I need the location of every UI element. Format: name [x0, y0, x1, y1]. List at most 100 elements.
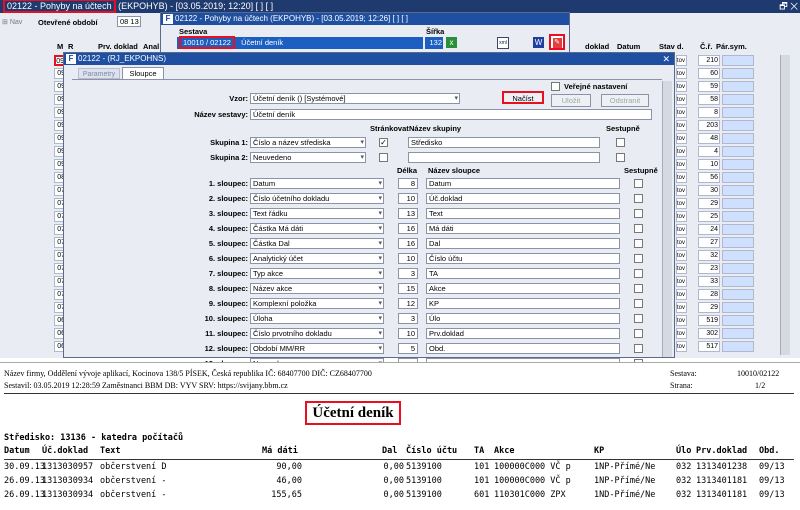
row-stav-cell[interactable]: tov: [676, 107, 687, 118]
row-cr-cell[interactable]: 203: [698, 120, 720, 131]
row-stav-cell[interactable]: tov: [676, 276, 687, 287]
row-cr-cell[interactable]: 10: [698, 159, 720, 170]
column-sestupne-checkbox[interactable]: [634, 209, 643, 218]
row-cr-cell[interactable]: 519: [698, 315, 720, 326]
column-length-field[interactable]: 3: [398, 268, 418, 279]
column-length-field[interactable]: 10: [398, 193, 418, 204]
column-sestupne-checkbox[interactable]: [634, 269, 643, 278]
verejne-checkbox[interactable]: [551, 82, 560, 91]
row-cr-cell[interactable]: 58: [698, 94, 720, 105]
column-length-field[interactable]: 5: [398, 343, 418, 354]
tab-parametry[interactable]: Parametry: [78, 68, 120, 79]
row-stav-cell[interactable]: tov: [676, 302, 687, 313]
skupina2-strankovat-checkbox[interactable]: [379, 153, 388, 162]
column-length-field[interactable]: 16: [398, 238, 418, 249]
row-parsym-cell[interactable]: [722, 159, 754, 170]
column-length-field[interactable]: 10: [398, 253, 418, 264]
row-parsym-cell[interactable]: [722, 146, 754, 157]
row-stav-cell[interactable]: tov: [676, 133, 687, 144]
column-sestupne-checkbox[interactable]: [634, 344, 643, 353]
column-length-field[interactable]: 13: [398, 208, 418, 219]
column-sestupne-checkbox[interactable]: [634, 239, 643, 248]
row-cr-cell[interactable]: 56: [698, 172, 720, 183]
row-cr-cell[interactable]: 4: [698, 146, 720, 157]
column-name-field[interactable]: Akce: [426, 283, 620, 294]
ulozit-button[interactable]: Uložit: [551, 94, 591, 107]
row-parsym-cell[interactable]: [722, 198, 754, 209]
column-sestupne-checkbox[interactable]: [634, 299, 643, 308]
row-parsym-cell[interactable]: [722, 250, 754, 261]
column-length-field[interactable]: 10: [398, 328, 418, 339]
row-stav-cell[interactable]: tov: [676, 159, 687, 170]
row-parsym-cell[interactable]: [722, 185, 754, 196]
row-stav-cell[interactable]: tov: [676, 68, 687, 79]
column-sestupne-checkbox[interactable]: [634, 194, 643, 203]
column-field-combo[interactable]: Typ akce: [250, 268, 384, 279]
sestava-row[interactable]: 10010 / 02122 Účetní deník: [177, 36, 423, 49]
row-cr-cell[interactable]: 517: [698, 341, 720, 352]
row-parsym-cell[interactable]: [722, 341, 754, 352]
skupina2-combo[interactable]: Neuvedeno: [250, 152, 366, 163]
column-sestupne-checkbox[interactable]: [634, 284, 643, 293]
restore-icon[interactable]: 🗗: [779, 1, 787, 11]
row-cr-cell[interactable]: 30: [698, 185, 720, 196]
column-name-field[interactable]: Datum: [426, 178, 620, 189]
vzor-combo[interactable]: Účetní deník () [Systémové]: [250, 93, 460, 104]
column-field-combo[interactable]: Komplexní položka: [250, 298, 384, 309]
skupina1-strankovat-checkbox[interactable]: ✓: [379, 138, 388, 147]
column-length-field[interactable]: 12: [398, 298, 418, 309]
skupina1-sestupne-checkbox[interactable]: [616, 138, 625, 147]
close-icon[interactable]: ✕: [790, 1, 798, 11]
row-stav-cell[interactable]: tov: [676, 198, 687, 209]
row-stav-cell[interactable]: tov: [676, 120, 687, 131]
row-parsym-cell[interactable]: [722, 107, 754, 118]
column-name-field[interactable]: TA: [426, 268, 620, 279]
column-field-combo[interactable]: Text řádku: [250, 208, 384, 219]
word-icon[interactable]: W: [533, 37, 544, 48]
row-stav-cell[interactable]: tov: [676, 263, 687, 274]
column-sestupne-checkbox[interactable]: [634, 314, 643, 323]
row-stav-cell[interactable]: tov: [676, 211, 687, 222]
row-stav-cell[interactable]: tov: [676, 315, 687, 326]
row-cr-cell[interactable]: 29: [698, 198, 720, 209]
row-stav-cell[interactable]: tov: [676, 146, 687, 157]
column-field-combo[interactable]: Úloha: [250, 313, 384, 324]
column-name-field[interactable]: KP: [426, 298, 620, 309]
row-parsym-cell[interactable]: [722, 55, 754, 66]
row-cr-cell[interactable]: 24: [698, 224, 720, 235]
row-stav-cell[interactable]: tov: [676, 81, 687, 92]
row-stav-cell[interactable]: tov: [676, 172, 687, 183]
column-sestupne-checkbox[interactable]: [634, 179, 643, 188]
column-name-field[interactable]: Úč.doklad: [426, 193, 620, 204]
column-name-field[interactable]: Obd.: [426, 343, 620, 354]
row-parsym-cell[interactable]: [722, 237, 754, 248]
nacist-button[interactable]: Načíst: [502, 91, 544, 104]
row-parsym-cell[interactable]: [722, 94, 754, 105]
column-field-combo[interactable]: Číslo prvotního dokladu: [250, 328, 384, 339]
row-stav-cell[interactable]: tov: [676, 341, 687, 352]
skupina1-name-field[interactable]: Středisko: [408, 137, 600, 148]
dialog-scrollbar[interactable]: [662, 81, 672, 357]
row-stav-cell[interactable]: tov: [676, 185, 687, 196]
row-cr-cell[interactable]: 27: [698, 237, 720, 248]
row-parsym-cell[interactable]: [722, 81, 754, 92]
row-parsym-cell[interactable]: [722, 172, 754, 183]
column-sestupne-checkbox[interactable]: [634, 254, 643, 263]
row-parsym-cell[interactable]: [722, 276, 754, 287]
row-cr-cell[interactable]: 60: [698, 68, 720, 79]
column-field-combo[interactable]: Název akce: [250, 283, 384, 294]
row-cr-cell[interactable]: 59: [698, 81, 720, 92]
tab-sloupce[interactable]: Sloupce: [122, 67, 164, 79]
main-scrollbar[interactable]: [780, 55, 790, 355]
row-parsym-cell[interactable]: [722, 315, 754, 326]
nazev-sestavy-field[interactable]: Účetní deník: [250, 109, 652, 120]
column-length-field[interactable]: 3: [398, 313, 418, 324]
settings-report-button[interactable]: ✎: [549, 34, 565, 50]
row-cr-cell[interactable]: 302: [698, 328, 720, 339]
column-field-combo[interactable]: Částka Dal: [250, 238, 384, 249]
row-cr-cell[interactable]: 32: [698, 250, 720, 261]
row-cr-cell[interactable]: 48: [698, 133, 720, 144]
row-stav-cell[interactable]: tov: [676, 55, 687, 66]
row-parsym-cell[interactable]: [722, 133, 754, 144]
column-length-field[interactable]: 15: [398, 283, 418, 294]
